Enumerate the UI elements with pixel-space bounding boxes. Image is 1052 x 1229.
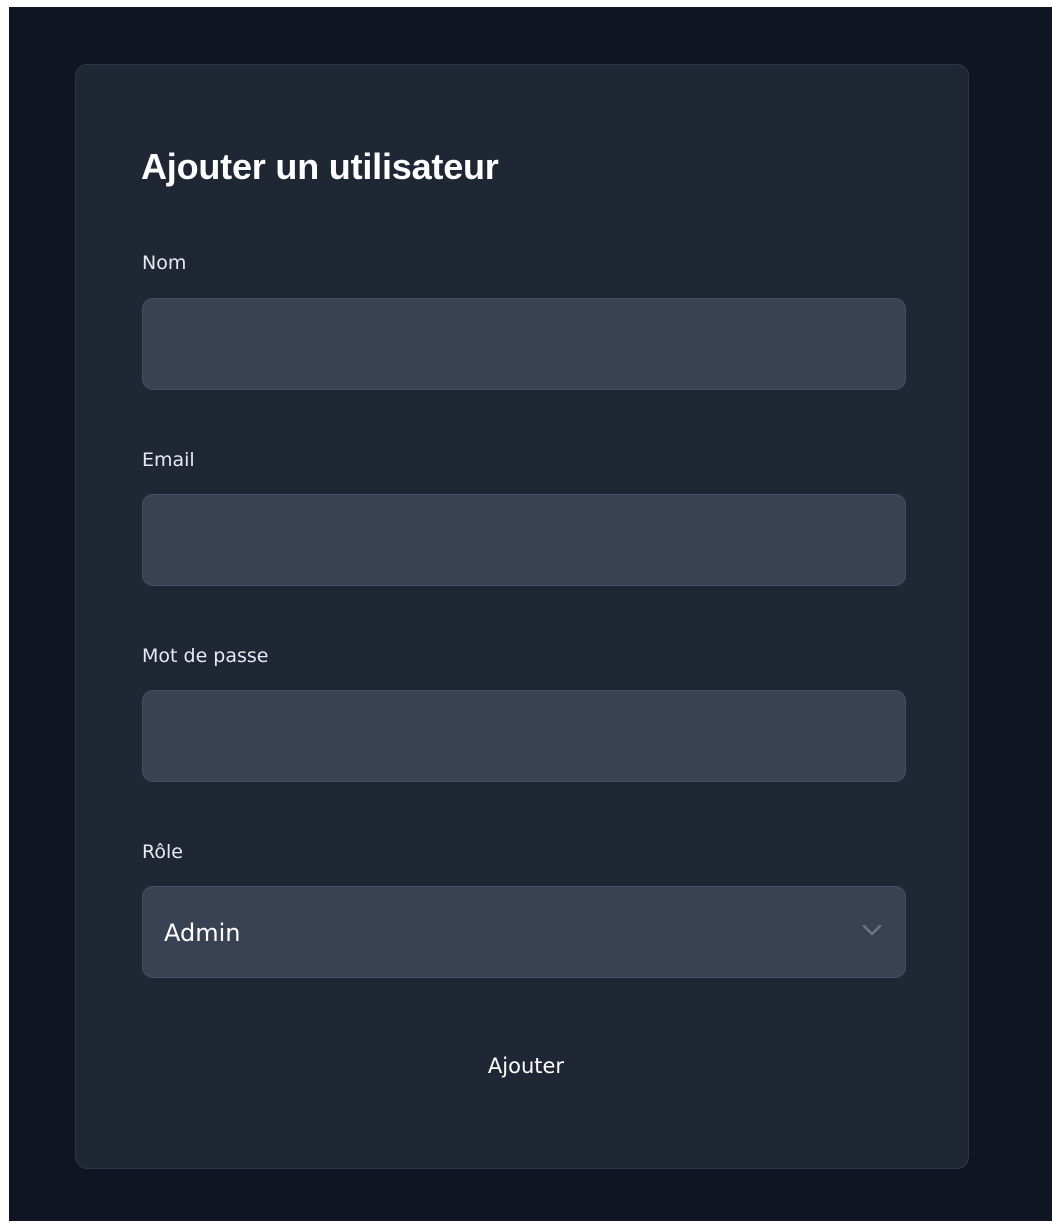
add-user-form-card: Ajouter un utilisateur Nom Email Mot de …: [75, 64, 969, 1169]
form-title: Ajouter un utilisateur: [141, 146, 499, 187]
role-label: Rôle: [142, 841, 183, 863]
email-input[interactable]: [142, 494, 906, 586]
role-select[interactable]: Admin: [142, 886, 906, 978]
name-input[interactable]: [142, 298, 906, 390]
chevron-down-icon: [862, 924, 882, 936]
add-user-button[interactable]: Ajouter: [456, 1048, 596, 1084]
name-label: Nom: [142, 252, 187, 274]
password-label: Mot de passe: [142, 645, 269, 667]
app-viewport: Ajouter un utilisateur Nom Email Mot de …: [9, 7, 1052, 1221]
role-selected-value: Admin: [164, 919, 241, 947]
email-label: Email: [142, 449, 195, 471]
password-input[interactable]: [142, 690, 906, 782]
